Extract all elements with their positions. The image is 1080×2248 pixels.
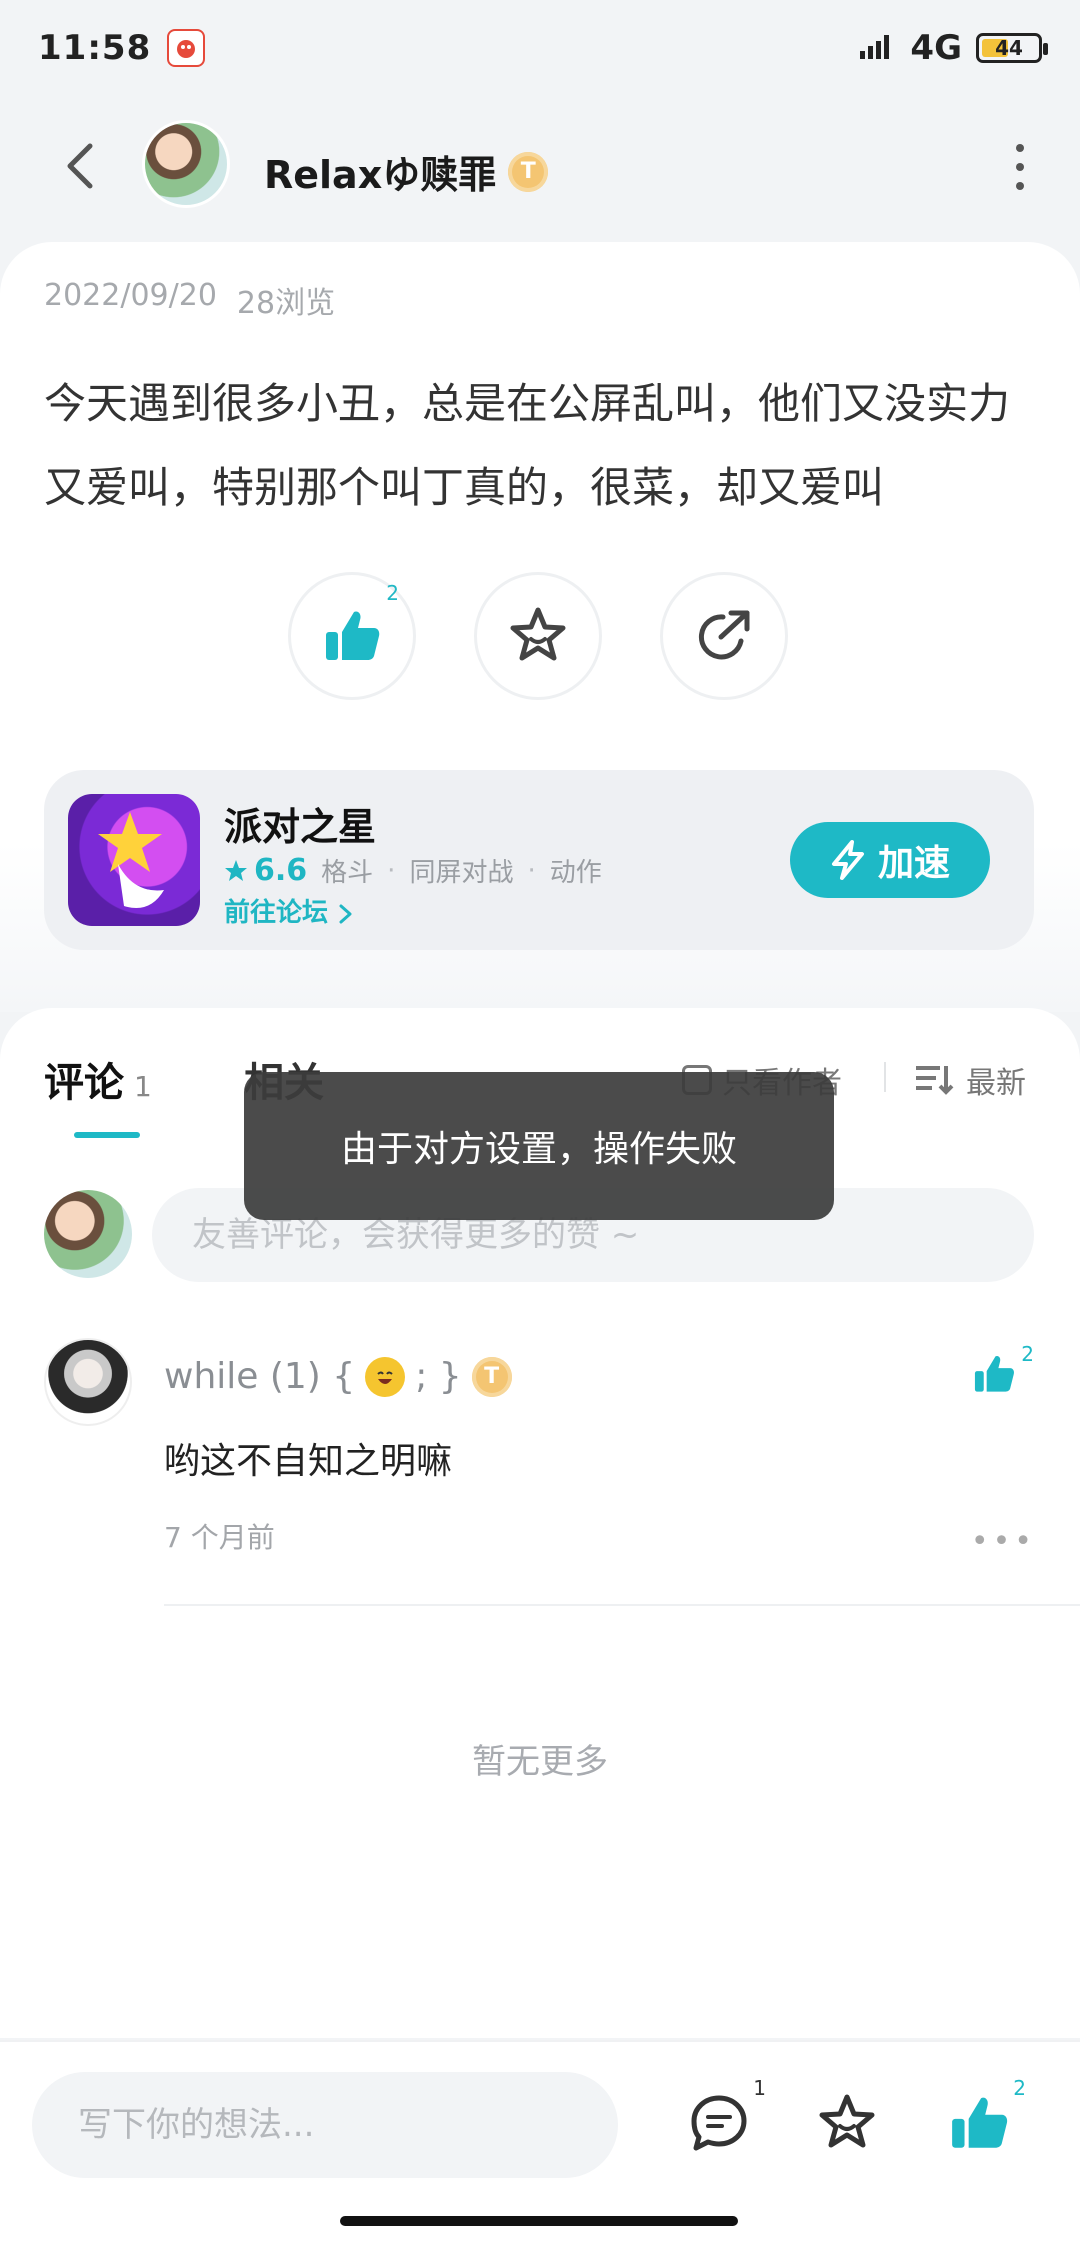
post-card: 2022/09/20 28浏览 今天遇到很多小丑，总是在公屏乱叫，他们又没实力又… (0, 242, 1080, 1012)
no-more-text: 暂无更多 (472, 1742, 608, 1782)
comment-icon (691, 2095, 747, 2151)
accelerate-button[interactable]: 加速 (790, 822, 990, 898)
back-arrow-icon (67, 143, 93, 189)
author-avatar[interactable] (142, 120, 230, 208)
star-icon (510, 607, 566, 661)
like-count: 2 (386, 581, 399, 605)
toast-message: 由于对方设置，操作失败 (244, 1072, 834, 1220)
level-badge-icon: T (508, 151, 549, 192)
status-icons: 4G 44 (860, 28, 1048, 68)
comment-like-button[interactable]: 2 (972, 1342, 1034, 1404)
header: Relaxゆ赎罪 T (0, 110, 1080, 222)
post-views: 28浏览 (236, 286, 336, 321)
thumbs-up-icon (952, 2097, 1008, 2148)
comment-count: 1 (753, 2076, 766, 2100)
game-card[interactable]: 派对之星 6.6 格斗 · 同屏对战 · 动作 前往论坛 加速 (44, 770, 1034, 950)
comment-item: while (1) { ; } T 2 哟这不自知之明嘛 7 个月前 ••• (44, 1338, 1080, 1608)
star-icon (819, 2094, 875, 2148)
bottom-like-button[interactable]: 2 (944, 2076, 1026, 2158)
back-button[interactable] (52, 138, 108, 194)
thumbs-up-icon (974, 1356, 1014, 1392)
post-date: 2022/09/20 (44, 278, 217, 313)
thumbs-up-icon (326, 611, 380, 660)
rating-star-icon (225, 859, 247, 881)
comment-time: 7 个月前 (164, 1521, 275, 1554)
network-type: 4G (910, 28, 962, 68)
divider (884, 1062, 886, 1092)
thought-input[interactable] (32, 2072, 618, 2178)
share-button[interactable] (660, 572, 788, 700)
share-icon (698, 610, 750, 660)
post-content: 今天遇到很多小丑，总是在公屏乱叫，他们又没实力又爱叫，特别那个叫丁真的，很菜，却… (44, 379, 1011, 512)
comment-button[interactable]: 1 (684, 2076, 766, 2158)
laughing-emoji-icon (365, 1356, 406, 1397)
favorite-button[interactable] (474, 572, 602, 700)
active-tab-indicator (74, 1132, 140, 1138)
post-meta: 2022/09/20 28浏览 (44, 278, 335, 322)
comments-count: 1 (134, 1070, 152, 1103)
author-name[interactable]: Relaxゆ赎罪 T (264, 144, 549, 199)
battery-icon: 44 (976, 33, 1048, 63)
party-star-logo-icon (98, 812, 164, 908)
comment-like-count: 2 (1021, 1342, 1034, 1366)
sort-latest-button[interactable]: 最新 (914, 1058, 1026, 1102)
comment-more-button[interactable]: ••• (971, 1524, 1036, 1559)
game-tag: 格斗 (321, 858, 374, 888)
status-time: 11:58 (38, 28, 152, 68)
divider (164, 1604, 1080, 1606)
game-score: 6.6 (224, 853, 307, 888)
level-badge-icon: T (471, 1356, 512, 1397)
commenter-avatar[interactable] (44, 1338, 132, 1426)
post-actions: 2 (0, 572, 1080, 702)
game-tags: 6.6 格斗 · 同屏对战 · 动作 (224, 852, 602, 889)
tab-comments[interactable]: 评论 1 (44, 1050, 152, 1108)
signal-icon (860, 28, 896, 68)
more-options-button[interactable] (1010, 144, 1030, 190)
forum-link[interactable]: 前往论坛 (224, 892, 355, 929)
like-button[interactable]: 2 (288, 572, 416, 700)
bottom-bar: 1 2 (0, 2040, 1080, 2248)
sort-icon (916, 1066, 954, 1095)
game-tag: 动作 (549, 858, 602, 888)
bottom-favorite-button[interactable] (812, 2088, 882, 2158)
game-name: 派对之星 (224, 805, 377, 849)
chevron-right-icon (339, 904, 352, 923)
notification-app-icon (167, 29, 206, 67)
commenter-name[interactable]: while (1) { ; } T (164, 1356, 512, 1397)
game-tag: 同屏对战 (409, 858, 514, 888)
home-indicator[interactable] (340, 2216, 738, 2226)
status-bar: 11:58 4G 44 (0, 0, 1080, 96)
game-icon[interactable] (68, 794, 200, 926)
bottom-like-count: 2 (1013, 2076, 1026, 2100)
comment-text: 哟这不自知之明嘛 (164, 1441, 453, 1482)
lightning-icon (831, 840, 864, 880)
my-avatar (44, 1190, 132, 1278)
